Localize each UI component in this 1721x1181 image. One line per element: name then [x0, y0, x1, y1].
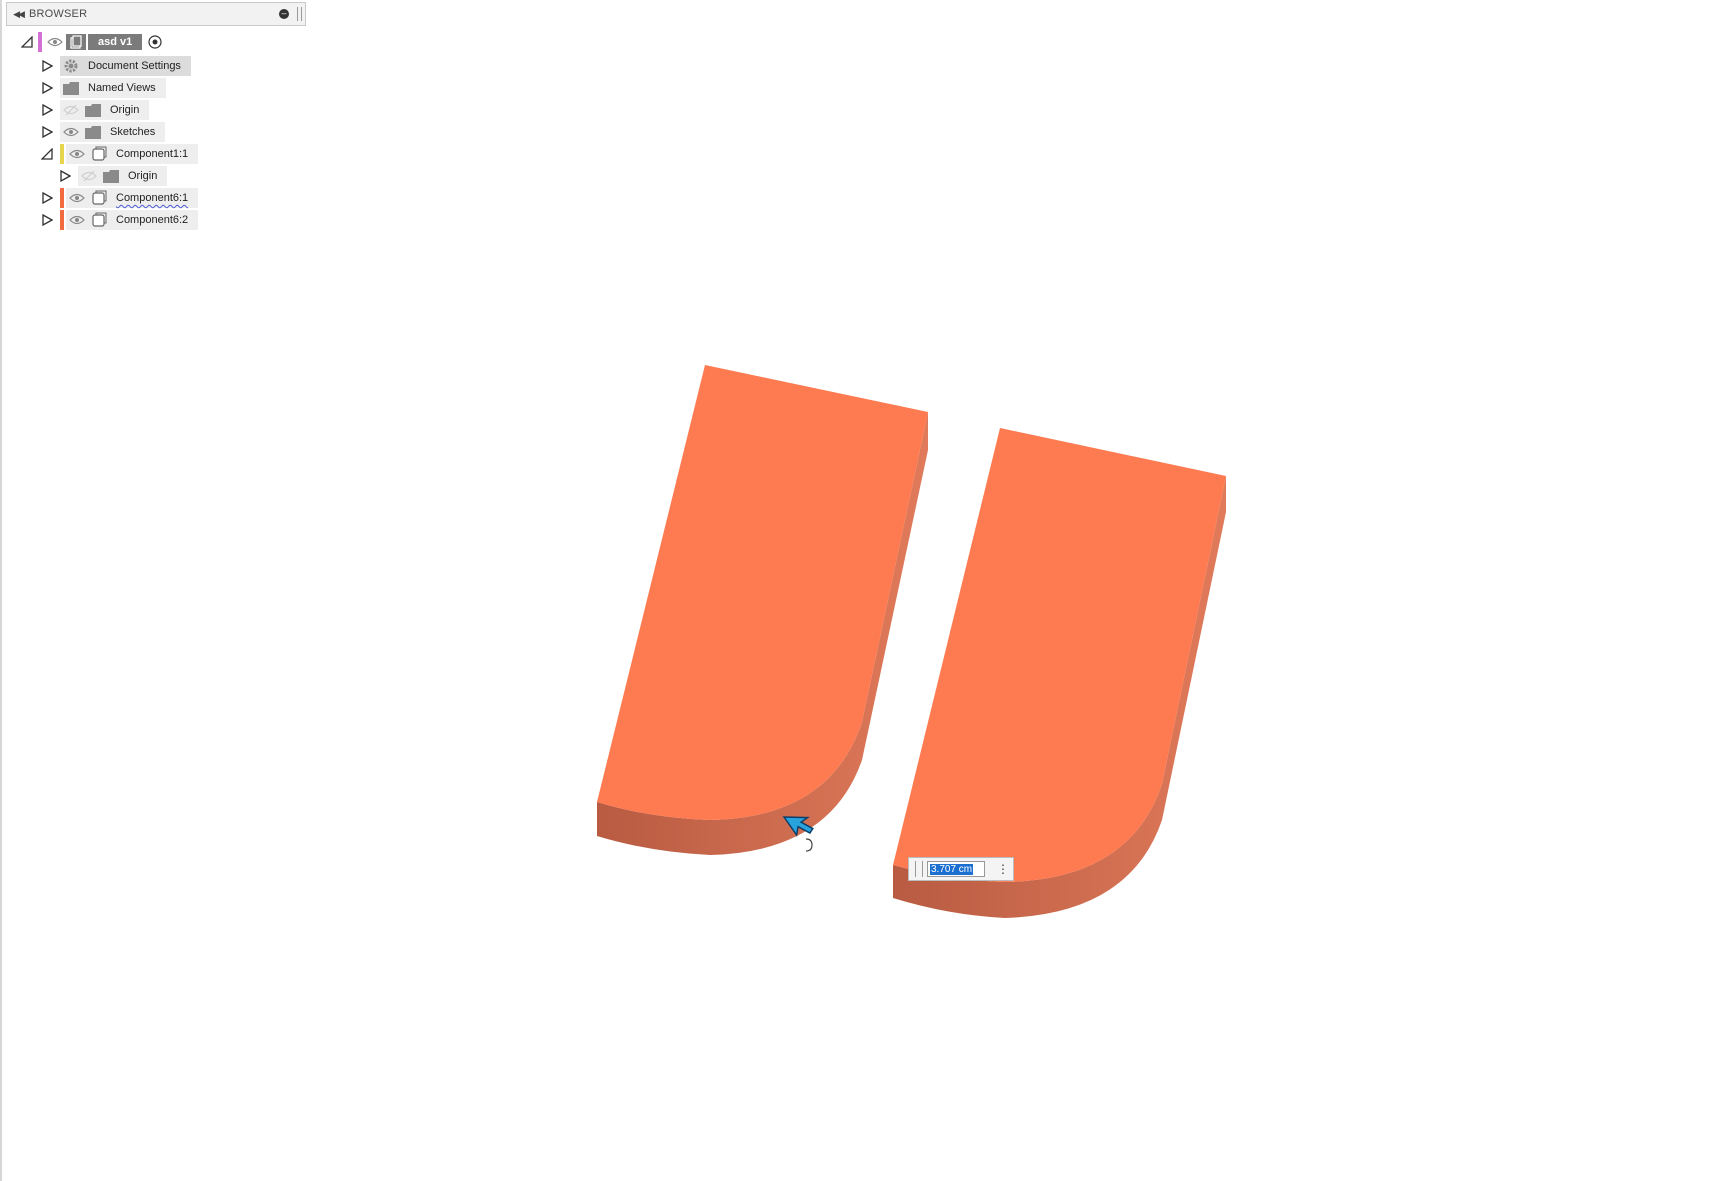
tree-item-label: Sketches	[110, 126, 156, 138]
root-color-bar	[38, 32, 42, 52]
expand-toggle[interactable]	[40, 81, 54, 95]
expand-toggle[interactable]	[40, 59, 54, 73]
body-right-side[interactable]	[893, 476, 1226, 918]
triangle-collapsed-icon	[42, 126, 53, 138]
3d-viewport[interactable]	[0, 0, 1721, 1181]
eye-icon[interactable]	[60, 122, 82, 142]
root-label[interactable]: asd v1	[88, 34, 143, 50]
triangle-collapsed-icon	[60, 170, 71, 182]
triangle-collapsed-icon	[42, 60, 53, 72]
dimension-value-input[interactable]: 3.707 cm	[927, 861, 985, 877]
tree-row-origin[interactable]: Origin	[40, 100, 150, 120]
eye-icon[interactable]	[66, 210, 88, 230]
tree-row-document-settings[interactable]: Document Settings	[40, 56, 191, 76]
tree-item-label: Document Settings	[88, 60, 181, 72]
eye-hidden-icon[interactable]	[78, 166, 100, 186]
minimize-icon[interactable]: –	[279, 9, 289, 19]
triangle-collapsed-icon	[42, 104, 53, 116]
eye-icon[interactable]	[44, 32, 66, 52]
tree-row-root[interactable]: asd v1	[20, 32, 162, 52]
triangle-collapsed-icon	[42, 82, 53, 94]
component-icon	[90, 212, 108, 227]
folder-icon	[62, 81, 80, 95]
folder-icon	[84, 125, 102, 139]
tree-row-component1-origin[interactable]: Origin	[58, 166, 168, 186]
triangle-expanded-icon	[21, 36, 33, 48]
component-color-bar	[60, 144, 64, 164]
window-left-edge	[0, 0, 2, 1181]
expand-toggle[interactable]	[40, 103, 54, 117]
collapse-panel-icon[interactable]: ◀◀	[7, 9, 29, 20]
component-color-bar	[60, 210, 64, 230]
expand-toggle[interactable]	[40, 147, 54, 161]
eye-icon[interactable]	[66, 144, 88, 164]
tree-item-label: Component1:1	[116, 148, 189, 160]
expand-toggle[interactable]	[58, 169, 72, 183]
dimension-value: 3.707 cm	[930, 863, 974, 875]
expand-toggle[interactable]	[40, 213, 54, 227]
body-left-top[interactable]	[597, 365, 928, 820]
folder-icon	[102, 169, 120, 183]
component-color-bar	[60, 188, 64, 208]
document-icon	[66, 34, 86, 50]
model-canvas	[597, 365, 1226, 918]
triangle-expanded-icon	[41, 148, 53, 160]
dimension-input-box: 3.707 cm ⋮	[908, 857, 1014, 881]
eye-icon[interactable]	[66, 188, 88, 208]
tree-item-label: Origin	[110, 104, 140, 116]
folder-icon	[84, 103, 102, 117]
tree-row-component6-1[interactable]: Component6:1	[40, 188, 199, 208]
browser-title: BROWSER	[29, 8, 88, 20]
tree-row-sketches[interactable]: Sketches	[40, 122, 166, 142]
tree-item-label: Component6:1	[116, 192, 189, 204]
component-icon	[90, 146, 108, 161]
tree-item-label: Named Views	[88, 82, 156, 94]
eye-hidden-icon[interactable]	[60, 100, 82, 120]
dimension-drag-handle[interactable]	[915, 861, 923, 877]
triangle-collapsed-icon	[42, 192, 53, 204]
triangle-collapsed-icon	[42, 214, 53, 226]
tree-item-label: Component6:2	[116, 214, 189, 226]
cursor-arrow-icon	[782, 816, 814, 852]
expand-toggle[interactable]	[40, 191, 54, 205]
body-left-side[interactable]	[597, 412, 928, 855]
body-right-top[interactable]	[893, 428, 1226, 882]
tree-item-label: Origin	[128, 170, 158, 182]
component-icon	[90, 190, 108, 205]
tree-row-component1[interactable]: Component1:1	[40, 144, 199, 164]
tree-row-component6-2[interactable]: Component6:2	[40, 210, 199, 230]
dimension-options-icon[interactable]: ⋮	[993, 862, 1013, 876]
activate-radio-icon[interactable]	[148, 35, 162, 49]
tree-row-named-views[interactable]: Named Views	[40, 78, 166, 98]
expand-root-toggle[interactable]	[20, 35, 34, 49]
expand-toggle[interactable]	[40, 125, 54, 139]
browser-panel-header: ◀◀ BROWSER –	[6, 2, 306, 26]
panel-resize-grip[interactable]	[297, 7, 302, 21]
gear-icon	[62, 59, 80, 73]
